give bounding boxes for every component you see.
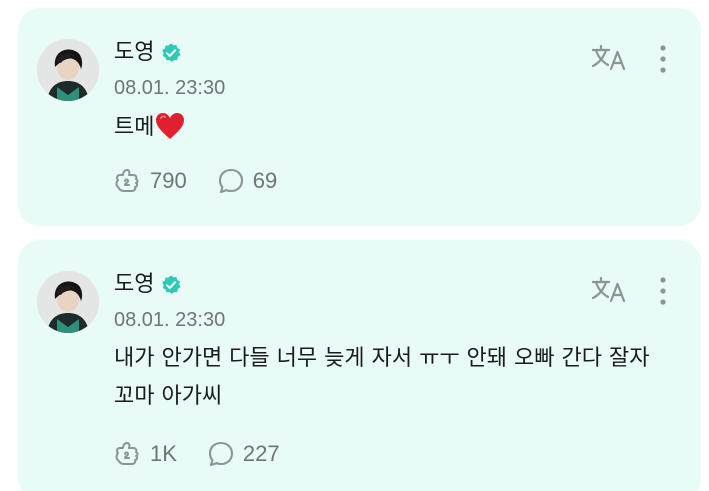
verified-badge-icon bbox=[162, 43, 181, 62]
post-card[interactable]: 도영 08.01. 23:30 트메 790 69 bbox=[18, 8, 701, 226]
like-count: 1K bbox=[150, 441, 177, 466]
comment-count: 227 bbox=[242, 441, 280, 466]
like-icon bbox=[115, 442, 139, 465]
post-stats: 1K 227 bbox=[114, 440, 310, 468]
translate-icon[interactable] bbox=[590, 274, 628, 304]
author-name[interactable]: 도영 bbox=[114, 39, 154, 67]
post-text: 내가 안가면 다들 너무 늦게 자서 ㅠㅜ 안돼 오빠 간다 잘자 꼬마 아가씨 bbox=[114, 346, 650, 409]
like-button[interactable]: 790 bbox=[114, 167, 187, 195]
post-timestamp: 08.01. 23:30 bbox=[114, 77, 226, 99]
more-vertical-icon[interactable] bbox=[658, 44, 668, 74]
comment-icon bbox=[218, 168, 243, 194]
like-button[interactable]: 1K bbox=[114, 440, 177, 468]
avatar[interactable] bbox=[37, 271, 99, 333]
heart-emoji bbox=[156, 113, 185, 139]
comment-count: 69 bbox=[252, 168, 278, 193]
like-icon bbox=[115, 169, 139, 192]
comment-button[interactable]: 227 bbox=[207, 440, 280, 468]
post-text-content: 트메 bbox=[114, 115, 155, 140]
translate-icon[interactable] bbox=[590, 42, 628, 72]
comment-icon bbox=[208, 441, 233, 467]
post-text: 트메 bbox=[114, 109, 674, 147]
post-stats: 790 69 bbox=[114, 167, 307, 195]
post-timestamp: 08.01. 23:30 bbox=[114, 309, 226, 331]
comment-button[interactable]: 69 bbox=[217, 167, 277, 195]
more-vertical-icon[interactable] bbox=[658, 276, 668, 306]
like-count: 790 bbox=[150, 168, 187, 193]
verified-badge-icon bbox=[162, 275, 181, 294]
post-card[interactable]: 도영 08.01. 23:30 내가 안가면 다들 너무 늦게 자서 ㅠㅜ 안돼… bbox=[18, 240, 701, 491]
author-name[interactable]: 도영 bbox=[114, 271, 154, 299]
avatar[interactable] bbox=[37, 39, 99, 101]
